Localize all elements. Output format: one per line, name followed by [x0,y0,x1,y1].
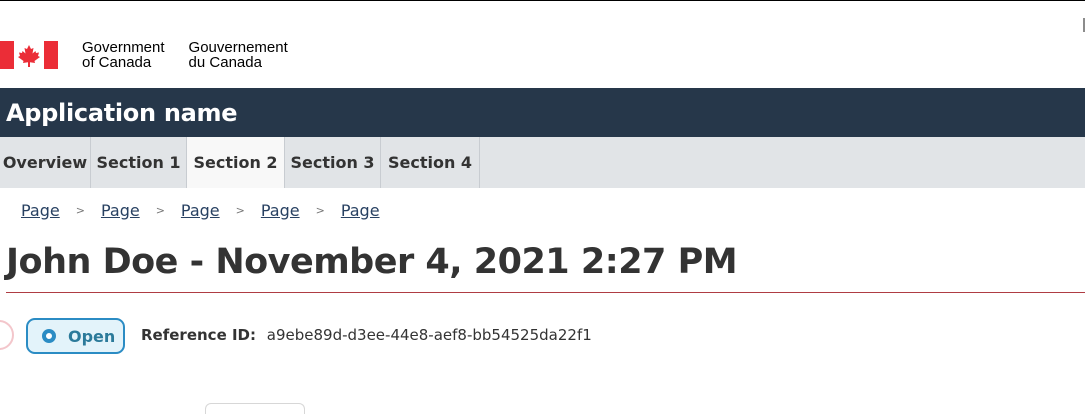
breadcrumb-link[interactable]: Page [261,201,300,220]
breadcrumb: Page > Page > Page > Page > Page [21,199,380,221]
gov-fr-line2: du Canada [188,54,262,71]
tab-section-3[interactable]: Section 3 [285,137,381,188]
top-border [0,0,1085,1]
reference-id-label: Reference ID: [141,326,256,344]
application-name[interactable]: Application name [6,99,238,127]
gov-en-line1: Government [82,39,165,56]
page-title: John Doe - November 4, 2021 2:27 PM [6,242,738,282]
breadcrumb-link[interactable]: Page [341,201,380,220]
tab-overview[interactable]: Overview [0,137,91,188]
breadcrumb-link[interactable]: Page [181,201,220,220]
breadcrumb-link[interactable]: Page [21,201,60,220]
title-underline [6,292,1085,293]
breadcrumb-separator-icon: > [155,203,165,217]
breadcrumb-separator-icon: > [75,203,85,217]
status-dot-icon [42,329,56,343]
government-name-french: Gouvernement du Canada [189,40,288,70]
breadcrumb-separator-icon: > [235,203,245,217]
status-badge: Open [26,318,125,354]
reference-id: Reference ID: a9ebe89d-d3ee-44e8-aef8-bb… [141,326,592,344]
application-bar: Application name [0,88,1085,137]
tab-section-1[interactable]: Section 1 [91,137,187,188]
breadcrumb-link[interactable]: Page [101,201,140,220]
tab-section-2[interactable]: Section 2 [187,137,285,188]
status-label: Open [68,326,116,346]
tab-section-4[interactable]: Section 4 [381,137,480,188]
government-signature[interactable]: Government of Canada Gouvernement du Can… [0,40,288,70]
partial-button[interactable] [205,403,305,414]
canada-flag-icon [0,41,58,69]
breadcrumb-separator-icon: > [315,203,325,217]
reference-id-value: a9ebe89d-d3ee-44e8-aef8-bb54525da22f1 [266,326,592,344]
gov-en-line2: of Canada [82,54,152,71]
section-navigation: Overview Section 1 Section 2 Section 3 S… [0,137,1085,188]
government-name-english: Government of Canada [82,40,165,70]
gov-fr-line1: Gouvernement [188,39,288,56]
partial-circle-icon [0,320,14,350]
